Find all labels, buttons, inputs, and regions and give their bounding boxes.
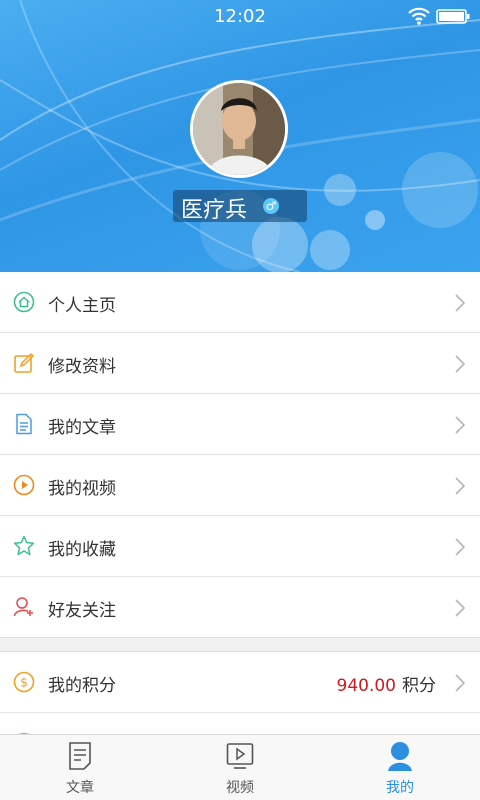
menu-label: 我的视频 (48, 479, 116, 499)
star-icon (13, 535, 35, 556)
edit-icon (14, 352, 35, 373)
menu-label: 好友关注 (48, 601, 116, 621)
tab-mine[interactable]: 我的 (320, 735, 480, 800)
wifi-icon (408, 7, 430, 25)
menu-item-my-points[interactable]: $ 我的积分 940.00 积分 (0, 652, 480, 713)
username: 医疗兵 (181, 198, 248, 223)
menu-item-my-articles[interactable]: 我的文章 (0, 394, 480, 455)
profile-header: 12:02 医疗兵 ♂ (0, 0, 480, 272)
menu-item-homepage[interactable]: 个人主页 (0, 272, 480, 333)
menu-label: 我的积分 (48, 676, 116, 696)
tab-articles[interactable]: 文章 (0, 735, 160, 800)
chevron-right-icon (455, 599, 466, 617)
menu-label: 我的收藏 (48, 540, 116, 560)
chevron-right-icon (455, 294, 466, 312)
document-icon (16, 413, 32, 435)
menu-item-my-videos[interactable]: 我的视频 (0, 455, 480, 516)
menu-label: 我的文章 (48, 418, 116, 438)
username-badge: 医疗兵 ♂ (173, 190, 307, 223)
avatar[interactable] (190, 80, 288, 178)
add-friend-icon (13, 597, 33, 617)
section-divider (0, 638, 480, 652)
status-bar: 12:02 (0, 0, 480, 32)
avatar-photo (193, 83, 285, 175)
menu-item-friends[interactable]: 好友关注 (0, 577, 480, 638)
menu-label: 个人主页 (48, 296, 116, 316)
tab-label: 文章 (66, 780, 94, 796)
tab-label: 视频 (226, 780, 254, 796)
bottom-tab-bar: 文章 视频 我的 (0, 734, 480, 800)
chevron-right-icon (455, 674, 466, 692)
points-unit: 积分 (402, 676, 436, 696)
home-icon (13, 291, 35, 313)
tab-label: 我的 (386, 780, 414, 796)
play-icon (13, 474, 35, 496)
male-gender-icon: ♂ (263, 198, 279, 214)
tab-videos[interactable]: 视频 (160, 735, 320, 800)
menu-list: 个人主页 修改资料 我的文章 我的视频 我的收藏 好友关注 $ 我的积分 940… (0, 272, 480, 774)
chevron-right-icon (455, 416, 466, 434)
coin-icon: $ (13, 671, 35, 693)
svg-text:$: $ (20, 676, 28, 690)
video-icon (226, 743, 254, 769)
menu-item-favorites[interactable]: 我的收藏 (0, 516, 480, 577)
points-value: 940.00 积分 (337, 671, 436, 696)
menu-item-edit-profile[interactable]: 修改资料 (0, 333, 480, 394)
points-number: 940.00 (336, 676, 396, 696)
chevron-right-icon (455, 538, 466, 556)
chevron-right-icon (455, 477, 466, 495)
chevron-right-icon (455, 355, 466, 373)
article-icon (69, 742, 91, 770)
battery-icon (436, 9, 470, 24)
user-icon (388, 742, 412, 771)
menu-label: 修改资料 (48, 357, 116, 377)
